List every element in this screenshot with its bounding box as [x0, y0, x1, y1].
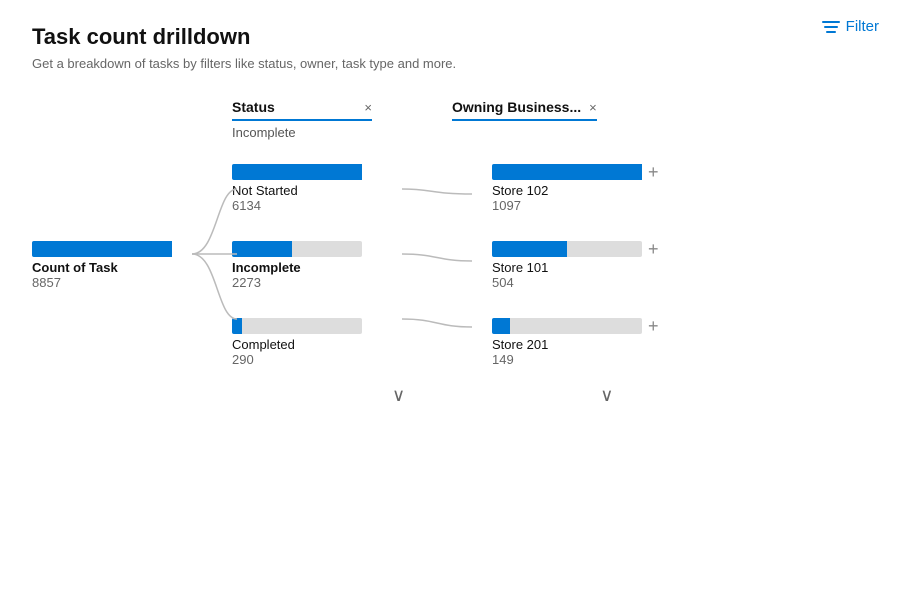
store101-bar-gray: [567, 241, 642, 257]
store102-bar-blue: [492, 164, 642, 180]
business-filter-label: Owning Business...: [452, 99, 581, 115]
store102-plus[interactable]: +: [648, 163, 659, 181]
store101-label: Store 101: [492, 260, 682, 275]
store101-bar-blue: [492, 241, 567, 257]
not-started-bar: [232, 164, 422, 180]
status-completed: Completed 290: [232, 318, 422, 367]
store102-value: 1097: [492, 198, 682, 213]
bottom-arrows: ∨ ∨: [392, 377, 875, 406]
store101-bar-container: +: [492, 241, 682, 257]
business-filter[interactable]: Owning Business... ×: [452, 99, 597, 140]
filter-button[interactable]: Filter: [822, 18, 879, 35]
incomplete-bar-gray: [292, 241, 362, 257]
filter-row: Status × Incomplete Owning Business... ×: [232, 99, 875, 140]
store201-bar-container: +: [492, 318, 682, 334]
count-bar-blue: [32, 241, 172, 257]
status-filter[interactable]: Status × Incomplete: [232, 99, 372, 140]
status-filter-label: Status: [232, 99, 275, 115]
store201-plus[interactable]: +: [648, 317, 659, 335]
col-status: Not Started 6134 Incomplete 2273: [232, 164, 422, 367]
page: Filter Task count drilldown Get a breakd…: [0, 0, 907, 590]
status-filter-header: Status ×: [232, 99, 372, 121]
count-bar: [32, 241, 172, 257]
status-filter-close[interactable]: ×: [364, 100, 372, 115]
incomplete-label: Incomplete: [232, 260, 422, 275]
col-count-of-task: Count of Task 8857: [32, 241, 192, 290]
count-value: 8857: [32, 275, 61, 290]
completed-bar-gray: [242, 318, 362, 334]
store201-bar-gray: [510, 318, 642, 334]
store201-label: Store 201: [492, 337, 682, 352]
store201-value: 149: [492, 352, 682, 367]
status-filter-value: Incomplete: [232, 125, 372, 140]
filter-button-label: Filter: [846, 18, 879, 35]
col-business: + Store 102 1097 + Store 101 504: [492, 164, 682, 367]
page-title: Task count drilldown: [32, 24, 875, 50]
business-down-arrow[interactable]: ∨: [600, 385, 613, 406]
business-store102: + Store 102 1097: [492, 164, 682, 213]
not-started-label: Not Started: [232, 183, 422, 198]
incomplete-value: 2273: [232, 275, 422, 290]
business-store201: + Store 201 149: [492, 318, 682, 367]
completed-value: 290: [232, 352, 422, 367]
completed-bar-blue: [232, 318, 242, 334]
incomplete-bar: [232, 241, 422, 257]
business-filter-close[interactable]: ×: [589, 100, 597, 115]
chart-columns: Count of Task 8857: [32, 164, 875, 367]
not-started-bar-blue: [232, 164, 362, 180]
store201-bar-blue: [492, 318, 510, 334]
store101-plus[interactable]: +: [648, 240, 659, 258]
business-filter-header: Owning Business... ×: [452, 99, 597, 121]
completed-bar: [232, 318, 422, 334]
count-label: Count of Task: [32, 260, 118, 275]
status-not-started: Not Started 6134: [232, 164, 422, 213]
chart-wrapper: Count of Task 8857: [32, 164, 875, 406]
filter-icon: [822, 21, 840, 33]
status-incomplete: Incomplete 2273: [232, 241, 422, 290]
store102-bar-container: +: [492, 164, 682, 180]
store102-label: Store 102: [492, 183, 682, 198]
completed-label: Completed: [232, 337, 422, 352]
status-down-arrow[interactable]: ∨: [392, 385, 405, 406]
page-subtitle: Get a breakdown of tasks by filters like…: [32, 56, 875, 71]
store101-value: 504: [492, 275, 682, 290]
business-store101: + Store 101 504: [492, 241, 682, 290]
incomplete-bar-blue: [232, 241, 292, 257]
not-started-value: 6134: [232, 198, 422, 213]
